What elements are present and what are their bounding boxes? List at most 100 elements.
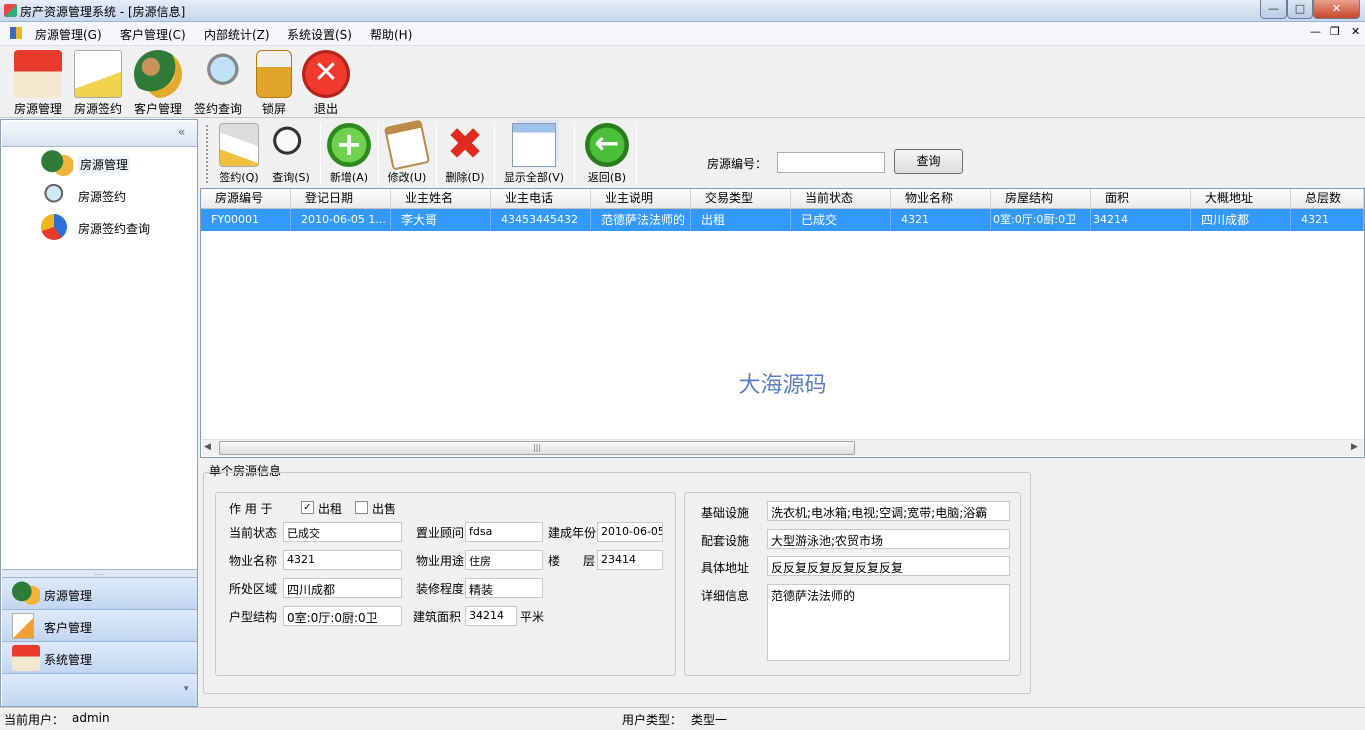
table-cell[interactable]: 0室:0厅:0厨:0卫	[991, 209, 1091, 231]
decor-label: 装修程度	[416, 582, 465, 596]
column-header[interactable]: 大概地址	[1191, 189, 1291, 209]
show-all-button[interactable]: 显示全部(V)	[498, 123, 570, 185]
outlook-system[interactable]: 系统管理	[2, 641, 197, 673]
table-cell[interactable]: 李大哥	[391, 209, 491, 231]
table-cell[interactable]: 范德萨法法师的	[591, 209, 691, 231]
plus-icon: +	[327, 123, 371, 167]
column-header[interactable]: 物业名称	[891, 189, 991, 209]
address-field[interactable]: 反反复反复反复反复反复	[767, 556, 1010, 576]
area-field[interactable]: 34214	[465, 606, 517, 626]
outlook-customer[interactable]: 客户管理	[2, 609, 197, 641]
scroll-left-icon[interactable]: ◀	[204, 442, 211, 452]
current-user-value: admin	[72, 711, 110, 725]
back-arrow-icon: ←	[585, 123, 629, 167]
decor-field[interactable]: 精装	[465, 578, 543, 598]
scroll-thumb[interactable]: |||	[219, 441, 855, 455]
infra-label: 基础设施	[701, 506, 750, 520]
toolbar-sign-button[interactable]: 房源签约	[70, 48, 126, 116]
status-field[interactable]: 已成交	[283, 522, 402, 542]
horizontal-scrollbar[interactable]: ◀ ||| ▶	[202, 439, 1363, 456]
column-header[interactable]: 房屋结构	[991, 189, 1091, 209]
menu-help[interactable]: 帮助(H)	[370, 26, 412, 43]
floor-label: 层	[583, 554, 596, 568]
detail-info-textarea[interactable]: 范德萨法法师的	[767, 584, 1010, 661]
property-field[interactable]: 4321	[283, 550, 402, 570]
menu-bar: 房源管理(G) 客户管理(C) 内部统计(Z) 系统设置(S) 帮助(H) — …	[0, 22, 1365, 46]
query-button[interactable]: 查询(S)	[266, 123, 316, 185]
table-cell[interactable]: 34214	[1091, 209, 1191, 231]
table-cell[interactable]: 出租	[691, 209, 791, 231]
layout-field[interactable]: 0室:0厅:0厨:0卫	[283, 606, 402, 626]
collapse-icon[interactable]: «	[178, 125, 185, 139]
outlook-footer: ▾	[2, 673, 197, 706]
infra-field[interactable]: 洗衣机;电冰箱;电视;空调;宽带;电脑;浴霸	[767, 501, 1010, 521]
tree-item-sign-query[interactable]: 房源签约查询	[41, 214, 191, 242]
house-grid: 房源编号 登记日期 业主姓名 业主电话 业主说明 交易类型 当前状态 物业名称 …	[200, 188, 1365, 458]
floor-field[interactable]: 23414	[597, 550, 663, 570]
lock-icon	[256, 50, 292, 98]
maximize-button[interactable]: □	[1287, 0, 1313, 19]
house-icon	[12, 645, 40, 671]
table-cell[interactable]: 2010-06-05 1...	[291, 209, 391, 231]
column-header[interactable]: 业主姓名	[391, 189, 491, 209]
minimize-button[interactable]: —	[1260, 0, 1287, 19]
table-cell[interactable]: 4321	[891, 209, 991, 231]
use-field[interactable]: 住房	[465, 550, 543, 570]
sub-toolbar: 签约(Q) 查询(S) + 新增(A) 修改(U) ✖ 删除(D) 显示全部(V…	[200, 119, 1365, 187]
table-cell[interactable]: 43453445432	[491, 209, 591, 231]
splitter-grip[interactable]: .....	[2, 569, 197, 577]
column-header[interactable]: 总层数	[1291, 189, 1364, 209]
use-label: 物业用途	[416, 554, 465, 568]
magnifier-icon	[194, 50, 242, 98]
toolbar-customer-button[interactable]: 客户管理	[130, 48, 186, 116]
mdi-restore-icon[interactable]: ❐	[1330, 25, 1340, 38]
sign-pen-icon	[219, 123, 259, 167]
separator	[494, 123, 495, 185]
scroll-right-icon[interactable]: ▶	[1351, 442, 1358, 452]
year-label: 建成年份	[548, 526, 597, 540]
users-icon	[134, 50, 182, 98]
sign-button[interactable]: 签约(Q)	[214, 123, 264, 185]
toolbar-exit-button[interactable]: ✕ 退出	[298, 48, 354, 116]
column-header[interactable]: 交易类型	[691, 189, 791, 209]
mdi-minimize-icon[interactable]: —	[1310, 25, 1321, 38]
menu-customer[interactable]: 客户管理(C)	[120, 26, 186, 43]
column-header[interactable]: 业主电话	[491, 189, 591, 209]
menu-settings[interactable]: 系统设置(S)	[287, 26, 352, 43]
facility-field[interactable]: 大型游泳池;农贸市场	[767, 529, 1010, 549]
column-header[interactable]: 当前状态	[791, 189, 891, 209]
table-cell[interactable]: FY00001	[201, 209, 291, 231]
menu-stats[interactable]: 内部统计(Z)	[204, 26, 270, 43]
outlook-overflow-icon[interactable]: ▾	[184, 684, 189, 694]
table-cell[interactable]: 已成交	[791, 209, 891, 231]
separator	[574, 123, 575, 185]
close-button[interactable]: ✕	[1313, 0, 1360, 19]
column-header[interactable]: 业主说明	[591, 189, 691, 209]
column-header[interactable]: 登记日期	[291, 189, 391, 209]
toolbar-house-button[interactable]: 房源管理	[10, 48, 66, 116]
add-button[interactable]: + 新增(A)	[324, 123, 374, 185]
region-field[interactable]: 四川成都	[283, 578, 402, 598]
column-header[interactable]: 房源编号	[201, 189, 291, 209]
edit-button[interactable]: 修改(U)	[382, 119, 432, 185]
tree-item-house[interactable]: 房源管理	[41, 150, 191, 178]
table-cell[interactable]: 四川成都	[1191, 209, 1291, 231]
house-id-input[interactable]	[777, 152, 885, 173]
rent-label: 出租	[318, 502, 343, 516]
back-button[interactable]: ← 返回(B)	[582, 123, 632, 185]
column-header[interactable]: 面积	[1091, 189, 1191, 209]
region-label: 所处区域	[229, 582, 278, 596]
table-cell[interactable]: 4321	[1291, 209, 1364, 231]
search-button[interactable]: 查询	[894, 149, 963, 174]
rent-checkbox[interactable]: ✓	[301, 501, 314, 514]
sale-checkbox[interactable]	[355, 501, 368, 514]
menu-house[interactable]: 房源管理(G)	[35, 26, 102, 43]
mdi-close-icon[interactable]: ✕	[1351, 25, 1360, 38]
year-field[interactable]: 2010-06-05	[597, 522, 663, 542]
toolbar-query-button[interactable]: 签约查询	[190, 48, 246, 116]
delete-button[interactable]: ✖ 删除(D)	[440, 123, 490, 185]
tree-item-sign[interactable]: 房源签约	[41, 182, 191, 210]
outlook-house[interactable]: 房源管理	[2, 577, 197, 609]
toolbar-lock-button[interactable]: 锁屏	[246, 48, 302, 116]
agent-field[interactable]: fdsa	[465, 522, 543, 542]
